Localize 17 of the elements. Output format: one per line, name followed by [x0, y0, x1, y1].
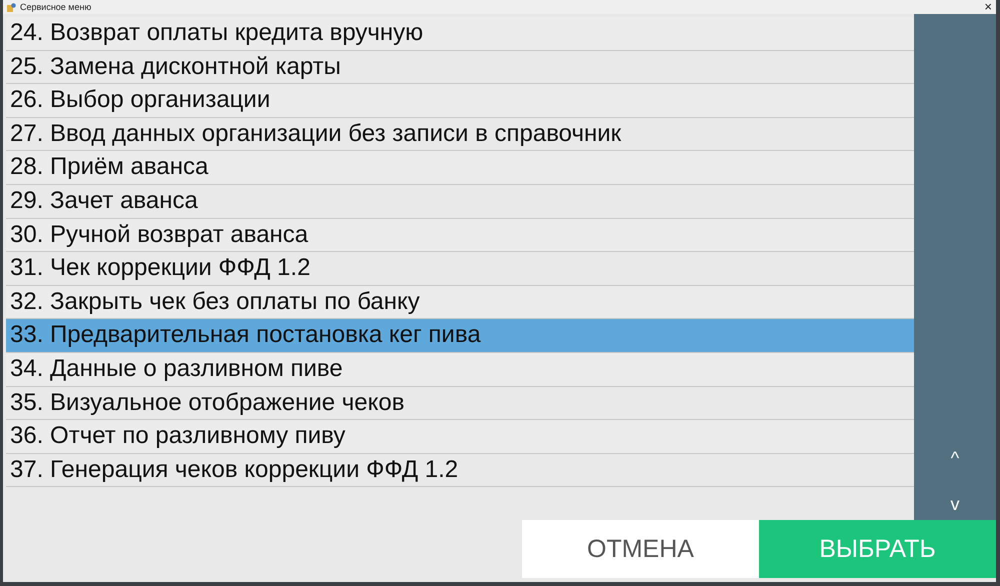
- cancel-button[interactable]: ОТМЕНА: [522, 520, 759, 578]
- menu-item[interactable]: 30. Ручной возврат аванса: [6, 218, 914, 252]
- menu-item[interactable]: 26. Выбор организации: [6, 84, 914, 118]
- menu-item[interactable]: 24. Возврат оплаты кредита вручную: [6, 17, 914, 51]
- menu-item[interactable]: 35. Визуальное отображение чеков: [6, 386, 914, 420]
- menu-item[interactable]: 34. Данные о разливном пиве: [6, 352, 914, 387]
- scroll-down-button[interactable]: v: [940, 492, 970, 516]
- menu-item[interactable]: 37. Генерация чеков коррекции ФФД 1.2: [6, 454, 914, 488]
- menu-item[interactable]: 32. Закрыть чек без оплаты по банку: [6, 286, 914, 320]
- menu-item[interactable]: 36. Отчет по разливному пиву: [6, 420, 914, 454]
- app-icon: [7, 2, 16, 12]
- window-title: Сервисное меню: [20, 2, 92, 12]
- scroll-up-button[interactable]: ^: [940, 446, 970, 470]
- menu-item[interactable]: 33. Предварительная постановка кег пива: [6, 319, 914, 353]
- close-button[interactable]: ×: [984, 0, 992, 14]
- menu-item[interactable]: 28. Приём аванса: [6, 151, 914, 185]
- menu-item[interactable]: 25. Замена дисконтной карты: [6, 50, 914, 84]
